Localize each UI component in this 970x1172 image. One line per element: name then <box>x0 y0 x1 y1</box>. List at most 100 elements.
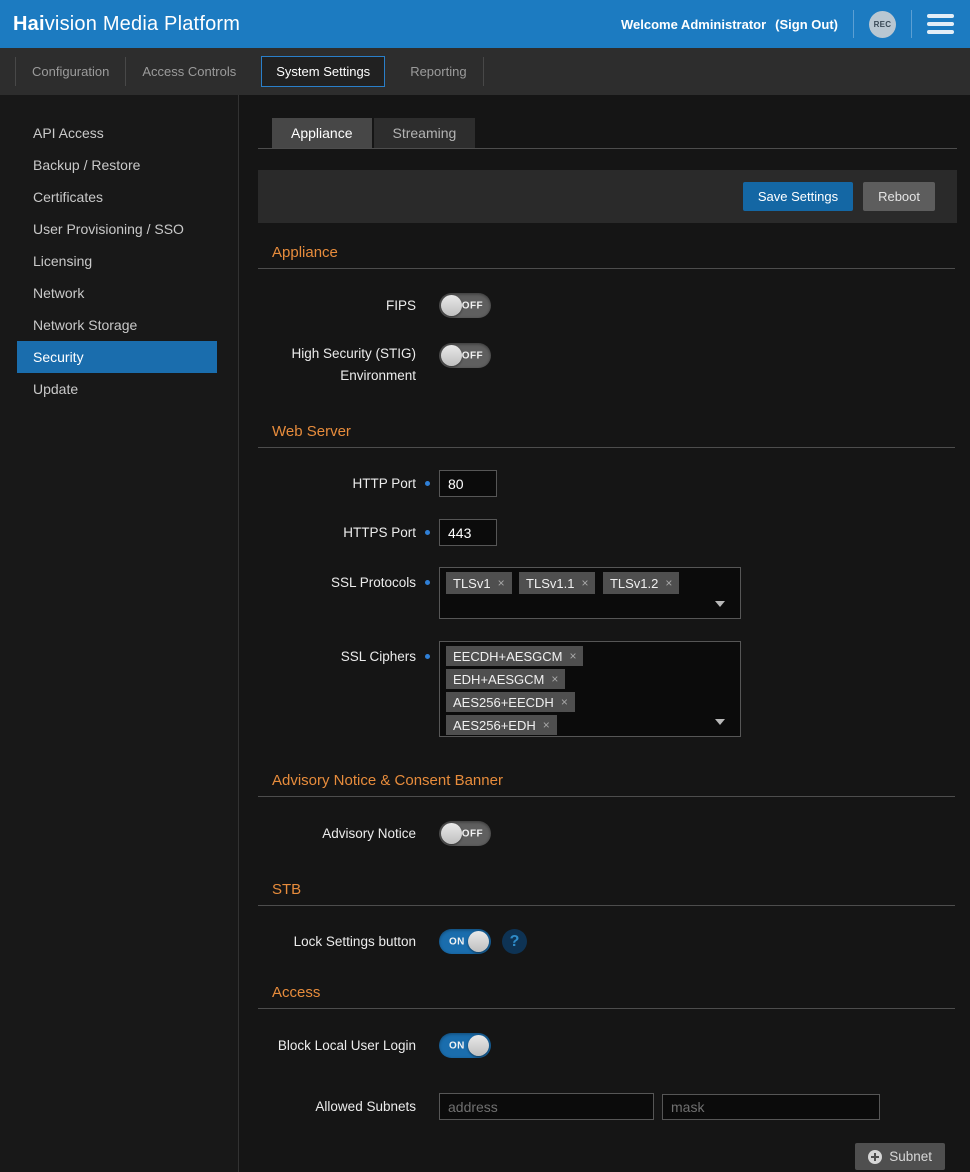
tag-text: TLSv1 <box>453 576 491 591</box>
nav-item-reporting[interactable]: Reporting <box>394 64 482 79</box>
tag-text: TLSv1.1 <box>526 576 574 591</box>
welcome-text: Welcome Administrator <box>621 17 766 32</box>
remove-tag-icon[interactable]: × <box>551 672 558 686</box>
sidebar-item-network[interactable]: Network <box>17 277 217 309</box>
sign-out-link[interactable]: (Sign Out) <box>775 17 838 32</box>
toggle-state-label: ON <box>449 936 465 947</box>
content-tabs: Appliance Streaming <box>258 118 957 149</box>
ssl-cipher-tag: AES256+EDH × <box>446 715 557 735</box>
subnet-address-input[interactable] <box>439 1093 654 1120</box>
top-nav: Configuration Access Controls System Set… <box>0 48 970 95</box>
required-dot-icon <box>425 481 430 486</box>
tab-appliance[interactable]: Appliance <box>272 118 372 148</box>
sidebar-item-update[interactable]: Update <box>17 373 217 405</box>
ssl-ciphers-row: SSL Ciphers EECDH+AESGCM × EDH+AESGCM × AE… <box>258 641 957 737</box>
section-rule <box>258 1008 955 1009</box>
lock-settings-row: Lock Settings button ON ? <box>258 929 957 954</box>
section-rule <box>258 796 955 797</box>
ssl-protocol-tag: TLSv1.2 × <box>603 572 679 594</box>
tab-streaming[interactable]: Streaming <box>374 118 476 148</box>
advisory-notice-row: Advisory Notice OFF <box>258 821 957 846</box>
remove-tag-icon[interactable]: × <box>543 718 550 732</box>
http-port-input[interactable] <box>439 470 497 497</box>
section-title-appliance: Appliance <box>272 244 957 261</box>
section-rule <box>258 268 955 269</box>
lock-settings-label: Lock Settings button <box>258 931 416 953</box>
ssl-protocols-label: SSL Protocols <box>258 567 416 594</box>
header-divider <box>853 10 854 38</box>
rec-badge-icon[interactable]: REC <box>869 11 896 38</box>
ssl-protocols-multiselect[interactable]: TLSv1 × TLSv1.1 × TLSv1.2 × <box>439 567 741 619</box>
sidebar-item-licensing[interactable]: Licensing <box>17 245 217 277</box>
nav-item-configuration[interactable]: Configuration <box>16 64 125 79</box>
stig-label: High Security (STIG) Environment <box>258 343 416 387</box>
stig-row: High Security (STIG) Environment OFF <box>258 343 957 387</box>
sidebar-item-api-access[interactable]: API Access <box>17 117 217 149</box>
ssl-ciphers-label: SSL Ciphers <box>258 641 416 668</box>
remove-tag-icon[interactable]: × <box>665 576 672 590</box>
sidebar-item-certificates[interactable]: Certificates <box>17 181 217 213</box>
ssl-ciphers-multiselect[interactable]: EECDH+AESGCM× EDH+AESGCM× AES256+EECDH× … <box>439 641 741 737</box>
toggle-knob <box>468 931 489 952</box>
stig-label-line1: High Security (STIG) <box>258 343 416 365</box>
remove-tag-icon[interactable]: × <box>498 576 505 590</box>
sidebar-item-backup-restore[interactable]: Backup / Restore <box>17 149 217 181</box>
add-subnet-button[interactable]: Subnet <box>855 1143 945 1170</box>
subnet-mask-input[interactable] <box>662 1094 880 1120</box>
toggle-knob <box>468 1035 489 1056</box>
ssl-cipher-tag: EECDH+AESGCM × <box>446 646 583 666</box>
fips-toggle[interactable]: OFF <box>439 293 491 318</box>
reboot-button[interactable]: Reboot <box>863 182 935 211</box>
toggle-knob <box>441 823 462 844</box>
advisory-notice-label: Advisory Notice <box>258 823 416 845</box>
required-dot-icon <box>425 654 430 659</box>
section-title-access: Access <box>272 984 957 1001</box>
block-login-label: Block Local User Login <box>258 1035 416 1057</box>
toggle-knob <box>441 295 462 316</box>
http-port-label: HTTP Port <box>258 473 416 495</box>
ssl-protocols-row: SSL Protocols TLSv1 × TLSv1.1 × TLSv1.2 × <box>258 567 957 619</box>
section-title-web-server: Web Server <box>272 423 957 440</box>
lock-settings-toggle[interactable]: ON <box>439 929 491 954</box>
required-dot-icon <box>425 530 430 535</box>
dropdown-caret-icon[interactable] <box>715 719 725 725</box>
sidebar-item-security[interactable]: Security <box>17 341 217 373</box>
save-settings-button[interactable]: Save Settings <box>743 182 853 211</box>
tag-text: AES256+EECDH <box>453 695 554 710</box>
block-login-toggle[interactable]: ON <box>439 1033 491 1058</box>
toggle-state-label: OFF <box>462 828 483 839</box>
stig-label-line2: Environment <box>258 365 416 387</box>
required-dot-icon <box>425 580 430 585</box>
nav-item-system-settings[interactable]: System Settings <box>261 56 385 87</box>
dropdown-caret-icon[interactable] <box>715 601 725 607</box>
sidebar-item-network-storage[interactable]: Network Storage <box>17 309 217 341</box>
tag-text: TLSv1.2 <box>610 576 658 591</box>
remove-tag-icon[interactable]: × <box>561 695 568 709</box>
logo-bold: Hai <box>13 13 45 35</box>
tag-text: AES256+EDH <box>453 718 536 733</box>
settings-sidebar: API Access Backup / Restore Certificates… <box>0 95 239 1172</box>
ssl-cipher-tag: AES256+EECDH × <box>446 692 575 712</box>
nav-item-access-controls[interactable]: Access Controls <box>126 64 252 79</box>
logo-rest: vision Media Platform <box>45 13 240 35</box>
section-rule <box>258 447 955 448</box>
remove-tag-icon[interactable]: × <box>581 576 588 590</box>
http-port-row: HTTP Port <box>258 470 957 497</box>
action-toolbar: Save Settings Reboot <box>258 170 957 223</box>
toggle-knob <box>441 345 462 366</box>
header-divider <box>911 10 912 38</box>
add-subnet-label: Subnet <box>889 1149 932 1164</box>
sidebar-item-user-provisioning[interactable]: User Provisioning / SSO <box>17 213 217 245</box>
stig-toggle[interactable]: OFF <box>439 343 491 368</box>
allowed-subnets-row: Allowed Subnets <box>258 1093 957 1120</box>
https-port-row: HTTPS Port <box>258 519 957 546</box>
help-icon[interactable]: ? <box>502 929 527 954</box>
remove-tag-icon[interactable]: × <box>569 649 576 663</box>
https-port-input[interactable] <box>439 519 497 546</box>
block-login-row: Block Local User Login ON <box>258 1033 957 1058</box>
tag-text: EDH+AESGCM <box>453 672 544 687</box>
hamburger-menu-icon[interactable] <box>927 12 954 36</box>
advisory-notice-toggle[interactable]: OFF <box>439 821 491 846</box>
toggle-state-label: OFF <box>462 300 483 311</box>
tag-text: EECDH+AESGCM <box>453 649 562 664</box>
